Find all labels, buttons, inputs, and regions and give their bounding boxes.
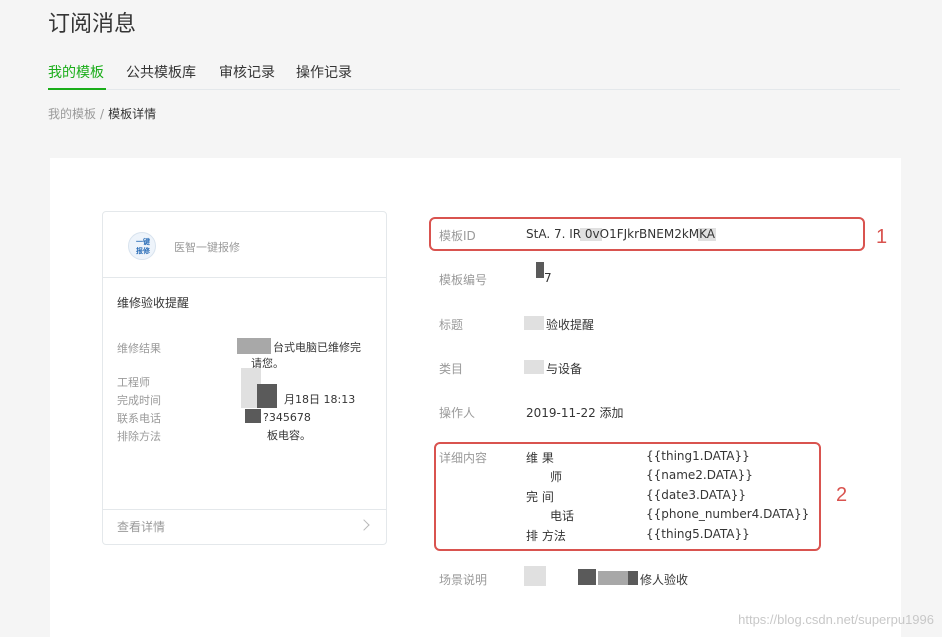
- tab-active-underline: [48, 88, 106, 90]
- row-label-result: 维修结果: [117, 342, 161, 355]
- row-label-engineer: 工程师: [117, 376, 150, 389]
- content-field-token: {{name2.DATA}}: [646, 468, 753, 482]
- blur-mask: [524, 360, 544, 374]
- row-value-fix-method: 板电容。: [267, 429, 311, 442]
- template-id-label: 模板ID: [439, 229, 476, 243]
- tab-bar: 我的模板 公共模板库 审核记录 操作记录: [48, 60, 900, 90]
- breadcrumb-current: 模板详情: [108, 107, 157, 121]
- scene-label: 场景说明: [439, 573, 488, 587]
- breadcrumb-separator: /: [100, 107, 105, 121]
- row-value-finish-time: 月18日 18:13: [284, 393, 356, 406]
- content-field-name: 电话: [550, 509, 575, 523]
- category-value: 与设备: [546, 362, 583, 376]
- content-field-name: 排 方法: [526, 529, 566, 543]
- card-header: 一键 报修 医智一键报修: [103, 212, 386, 278]
- content-field-name: 维 果: [526, 451, 554, 465]
- content-field-token: {{date3.DATA}}: [646, 488, 746, 502]
- chevron-right-icon: [358, 519, 370, 531]
- row-value-phone: ?345678: [263, 411, 311, 424]
- content-field-token: {{thing1.DATA}}: [646, 449, 750, 463]
- annotation-number-2: 2: [836, 484, 848, 506]
- operator-label: 操作人: [439, 406, 476, 420]
- template-id-value: StA. 7. IR 0vO1FJkrBNEM2kMKA: [526, 227, 715, 241]
- blur-mask: [524, 316, 544, 330]
- tab-my-templates[interactable]: 我的模板: [48, 62, 104, 82]
- card-footer[interactable]: 查看详情: [103, 509, 386, 545]
- row-value-result-line1: 台式电脑已维修完: [273, 341, 361, 354]
- blur-mask: [578, 569, 596, 585]
- content-field-token: {{thing5.DATA}}: [646, 527, 750, 541]
- tab-operation-records[interactable]: 操作记录: [296, 62, 352, 82]
- blur-mask: [536, 262, 544, 278]
- title-label: 标题: [439, 318, 464, 332]
- template-no-value: 7: [544, 271, 552, 285]
- blur-mask: [237, 338, 271, 354]
- highlight-box-content: [434, 442, 821, 551]
- row-label-fix-method: 排除方法: [117, 430, 161, 443]
- row-label-phone: 联系电话: [117, 412, 161, 425]
- annotation-number-1: 1: [876, 226, 888, 248]
- card-title: 维修验收提醒: [117, 296, 190, 310]
- blur-mask: [524, 566, 546, 586]
- row-label-finish-time: 完成时间: [117, 394, 161, 407]
- view-details-link[interactable]: 查看详情: [117, 518, 165, 535]
- blur-mask: [598, 571, 628, 585]
- operator-value: 2019-11-22 添加: [526, 406, 624, 420]
- template-no-label: 模板编号: [439, 273, 488, 287]
- blur-mask: [628, 571, 638, 585]
- avatar-text-line1: 一键: [136, 238, 150, 246]
- tab-public-library[interactable]: 公共模板库: [126, 62, 196, 82]
- title-value: 验收提醒: [546, 318, 595, 332]
- main-panel: 一键 报修 医智一键报修 维修验收提醒 维修结果 台式电脑已维修完 请您。 工程…: [50, 158, 901, 637]
- content-field-token: {{phone_number4.DATA}}: [646, 507, 810, 521]
- message-preview-card: 一键 报修 医智一键报修 维修验收提醒 维修结果 台式电脑已维修完 请您。 工程…: [102, 211, 387, 545]
- breadcrumb-parent-link[interactable]: 我的模板: [48, 107, 96, 121]
- content-field-name: 师: [550, 470, 563, 484]
- category-label: 类目: [439, 362, 464, 376]
- page-title: 订阅消息: [48, 12, 137, 37]
- tab-review-records[interactable]: 审核记录: [219, 62, 275, 82]
- blur-mask: [257, 384, 277, 408]
- watermark: https://blog.csdn.net/superpu1996: [738, 612, 934, 627]
- app-avatar: 一键 报修: [128, 232, 156, 260]
- avatar-text-line2: 报修: [136, 247, 150, 255]
- content-label: 详细内容: [439, 451, 488, 465]
- scene-value: 修人验收: [640, 573, 689, 587]
- breadcrumb: 我的模板 / 模板详情: [48, 105, 156, 122]
- blur-mask: [245, 409, 261, 423]
- app-name: 医智一键报修: [174, 241, 240, 254]
- content-field-name: 完 间: [526, 490, 554, 504]
